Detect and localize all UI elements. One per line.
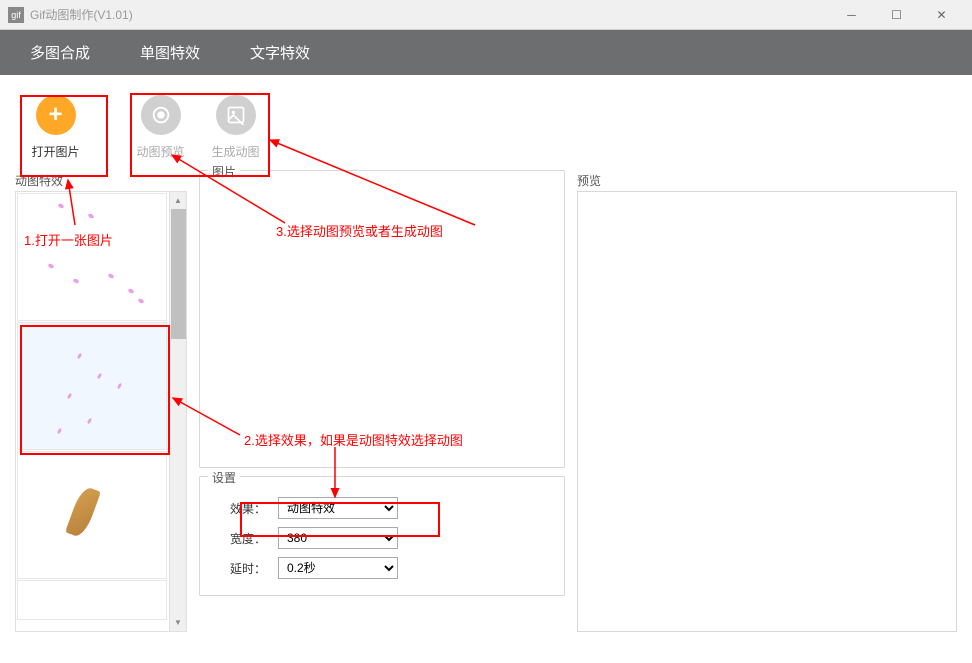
preview-button[interactable]: 动图预览 [123, 85, 198, 170]
delay-select[interactable]: 0.2秒 [278, 557, 398, 579]
width-select[interactable]: 380 [278, 527, 398, 549]
menubar: 多图合成 单图特效 文字特效 [0, 30, 972, 75]
settings-fieldset: 设置 效果： 动图特效 宽度： 380 延时： 0.2秒 [199, 476, 565, 596]
plus-icon: + [36, 95, 76, 135]
settings-legend: 设置 [208, 469, 240, 486]
maximize-button[interactable]: ☐ [874, 1, 919, 29]
main-content: 动图特效 [0, 170, 972, 632]
thumbnail-item[interactable] [17, 322, 167, 450]
effect-row: 效果： 动图特效 [216, 497, 548, 519]
open-image-label: 打开图片 [31, 143, 79, 160]
menu-text-effect[interactable]: 文字特效 [250, 42, 310, 63]
scrollbar-thumb[interactable] [171, 209, 186, 339]
width-row: 宽度： 380 [216, 527, 548, 549]
window-controls: ─ ☐ ✕ [829, 1, 964, 29]
open-image-button[interactable]: + 打开图片 [18, 85, 93, 170]
image-icon [216, 95, 256, 135]
delay-row: 延时： 0.2秒 [216, 557, 548, 579]
toolbar: + 打开图片 动图预览 生成动图 [0, 75, 972, 170]
menu-multi-compose[interactable]: 多图合成 [30, 42, 90, 63]
center-panel: 图片 设置 效果： 动图特效 宽度： 380 延时： 0.2秒 [199, 170, 565, 632]
effects-panel: 动图特效 [15, 170, 187, 632]
menu-single-effect[interactable]: 单图特效 [140, 42, 200, 63]
width-label: 宽度： [216, 530, 266, 547]
thumbnails-list[interactable]: ▲ ▼ [15, 191, 187, 632]
image-fieldset: 图片 [199, 170, 565, 468]
generate-label: 生成动图 [211, 143, 259, 160]
titlebar: gif Gif动图制作(V1.01) ─ ☐ ✕ [0, 0, 972, 30]
app-icon: gif [8, 7, 24, 23]
thumbnail-item[interactable] [17, 451, 167, 579]
thumbnail-item[interactable] [17, 193, 167, 321]
scroll-up-button[interactable]: ▲ [170, 192, 186, 209]
generate-button[interactable]: 生成动图 [198, 85, 273, 170]
scrollbar[interactable]: ▲ ▼ [169, 192, 186, 631]
preview-panel: 预览 [577, 170, 957, 632]
effect-select[interactable]: 动图特效 [278, 497, 398, 519]
image-legend: 图片 [208, 163, 240, 180]
preview-label: 动图预览 [136, 143, 184, 160]
delay-label: 延时： [216, 560, 266, 577]
effect-label: 效果： [216, 500, 266, 517]
preview-header: 预览 [577, 170, 957, 191]
effects-header: 动图特效 [15, 170, 187, 191]
scroll-down-button[interactable]: ▼ [170, 614, 186, 631]
eye-icon [141, 95, 181, 135]
thumbnail-item[interactable] [17, 580, 167, 620]
window-title: Gif动图制作(V1.01) [30, 6, 829, 23]
minimize-button[interactable]: ─ [829, 1, 874, 29]
preview-area [577, 191, 957, 632]
close-button[interactable]: ✕ [919, 1, 964, 29]
